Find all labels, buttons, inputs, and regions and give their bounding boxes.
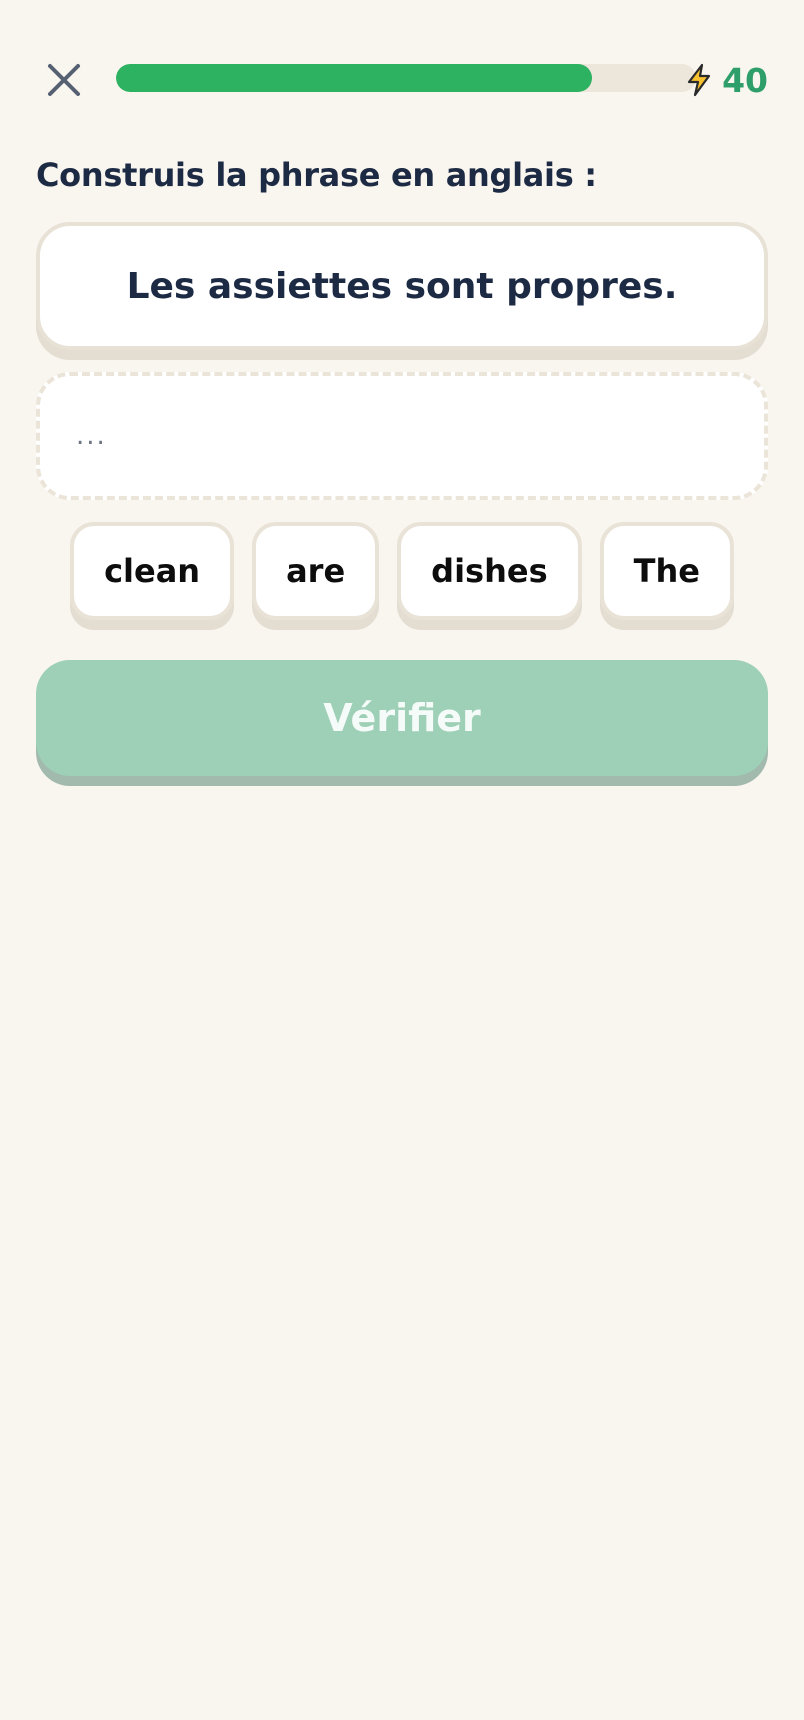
close-button[interactable]: [36, 52, 92, 108]
lesson-progress-fill: [116, 64, 592, 92]
prompt-card: Les assiettes sont propres.: [36, 222, 768, 350]
streak-counter: 40: [686, 52, 768, 108]
lightning-icon: [687, 63, 711, 97]
lesson-progress-bar: [116, 64, 696, 92]
word-chip-dishes[interactable]: dishes: [397, 522, 582, 620]
prompt-sentence: Les assiettes sont propres.: [126, 265, 678, 307]
streak-count: 40: [722, 60, 768, 100]
answer-drop-zone[interactable]: ...: [36, 372, 768, 500]
check-button[interactable]: Vérifier: [36, 660, 768, 776]
top-bar: 40: [36, 52, 768, 108]
word-bank: clean are dishes The: [36, 522, 768, 620]
word-chip-the[interactable]: The: [599, 522, 734, 620]
word-chip-clean[interactable]: clean: [70, 522, 235, 620]
lesson-screen: 40 Construis la phrase en anglais : Les …: [0, 0, 804, 1720]
word-chip-are[interactable]: are: [252, 522, 380, 620]
close-icon: [48, 64, 80, 96]
exercise-instruction: Construis la phrase en anglais :: [36, 156, 597, 194]
answer-placeholder: ...: [76, 421, 107, 451]
